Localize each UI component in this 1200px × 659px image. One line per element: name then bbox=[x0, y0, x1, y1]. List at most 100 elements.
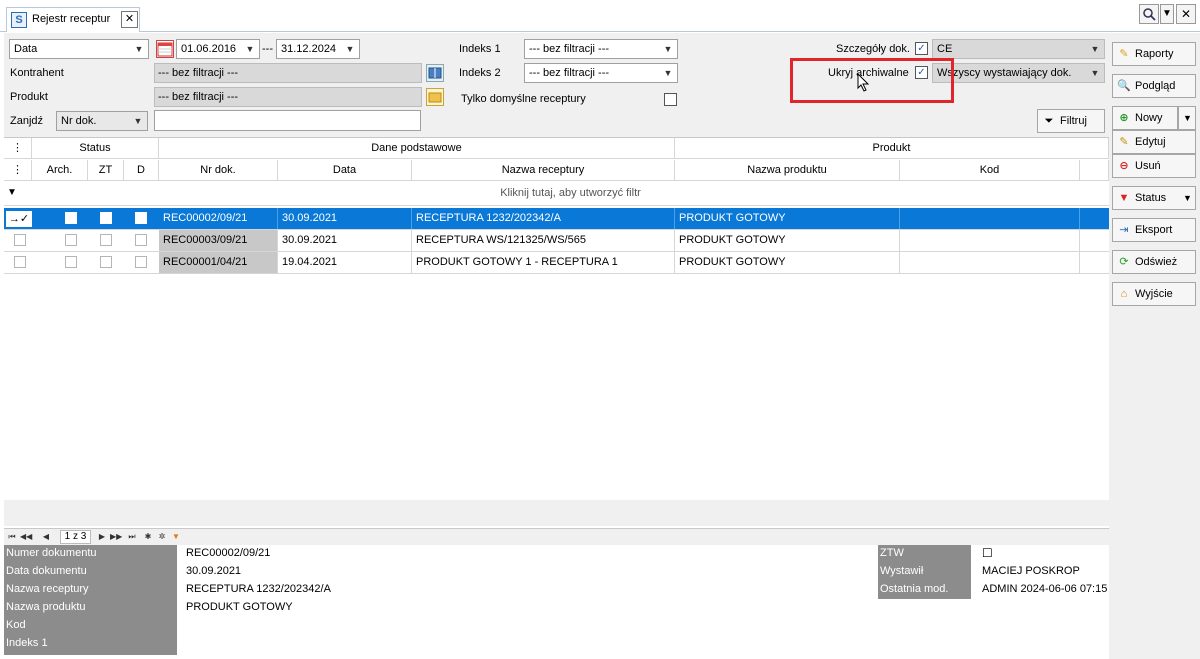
col-header-d[interactable]: D bbox=[124, 160, 159, 181]
date-type-value: Data bbox=[14, 43, 38, 55]
eksport-button[interactable]: ⇥ Eksport bbox=[1112, 218, 1196, 242]
home-icon: ⌂ bbox=[1120, 288, 1128, 300]
filtruj-label: Filtruj bbox=[1060, 115, 1087, 127]
folder-icon[interactable] bbox=[426, 88, 444, 106]
date-from-field[interactable]: 01.06.2016 ▼ bbox=[176, 39, 260, 59]
zanjdz-label: Zanjdź bbox=[10, 115, 44, 127]
page-indicator: 1 z 3 bbox=[60, 530, 91, 544]
podglad-button[interactable]: 🔍 Podgląd bbox=[1112, 74, 1196, 98]
insert-icon[interactable]: ✱ bbox=[142, 531, 154, 543]
detail-value: ADMIN 2024-06-06 07:15 bbox=[982, 583, 1108, 595]
zt-checkbox[interactable] bbox=[100, 256, 112, 268]
prev-record-icon[interactable]: ◀ bbox=[40, 531, 52, 543]
zanjdz-input[interactable] bbox=[154, 110, 421, 131]
group-header-status: Status bbox=[32, 138, 159, 159]
podglad-label: Podgląd bbox=[1135, 80, 1176, 92]
col-header-nr[interactable]: Nr dok. bbox=[159, 160, 278, 181]
indeks1-select[interactable]: --- bez filtracji --- ▼ bbox=[524, 39, 678, 59]
chevron-down-icon: ▼ bbox=[1090, 44, 1100, 54]
col-header-nazwa-receptury[interactable]: Nazwa receptury bbox=[412, 160, 675, 181]
wyjscie-button[interactable]: ⌂ Wyjście bbox=[1112, 282, 1196, 306]
arch-checkbox[interactable] bbox=[65, 212, 77, 224]
search-icon[interactable] bbox=[1139, 4, 1159, 24]
filter-icon[interactable]: ▼ bbox=[170, 531, 182, 543]
group-header-dane: Dane podstawowe bbox=[159, 138, 675, 159]
chevron-down-icon: ▼ bbox=[1183, 193, 1192, 203]
date-type-select[interactable]: Data ▼ bbox=[9, 39, 149, 59]
cell-kod bbox=[900, 230, 1080, 251]
kontrahent-field[interactable]: --- bez filtracji --- bbox=[154, 63, 422, 83]
close-window-button[interactable]: ✕ bbox=[1176, 4, 1196, 24]
cell-nazwa-produktu: PRODUKT GOTOWY bbox=[675, 230, 900, 251]
edytuj-button[interactable]: ✎ Edytuj bbox=[1112, 130, 1196, 154]
indeks2-select[interactable]: --- bez filtracji --- ▼ bbox=[524, 63, 678, 83]
first-page-icon[interactable]: ⏮ bbox=[6, 531, 18, 543]
d-checkbox[interactable] bbox=[135, 256, 147, 268]
export-icon: ⇥ bbox=[1119, 224, 1129, 236]
indeks2-value: --- bez filtracji --- bbox=[529, 67, 610, 79]
status-icon: ▼ bbox=[1118, 192, 1130, 204]
prev-page-icon[interactable]: ◀◀ bbox=[20, 531, 32, 543]
cell-nr: REC00003/09/21 bbox=[159, 230, 278, 251]
col-header-zt[interactable]: ZT bbox=[88, 160, 124, 181]
szczegoly-checkbox[interactable]: ✓ bbox=[915, 42, 928, 55]
col-header-arch[interactable]: Arch. bbox=[32, 160, 88, 181]
arch-checkbox[interactable] bbox=[65, 234, 77, 246]
filter-icon: ⏷ bbox=[1044, 115, 1054, 127]
date-to-field[interactable]: 31.12.2024 ▼ bbox=[276, 39, 360, 59]
row-select-checkbox[interactable] bbox=[14, 234, 26, 246]
book-icon[interactable] bbox=[426, 64, 444, 82]
details-panel: Numer dokumentu Data dokumentu Nazwa rec… bbox=[4, 545, 1109, 655]
next-record-icon[interactable]: ▶ bbox=[96, 531, 108, 543]
raporty-button[interactable]: ✎ Raporty bbox=[1112, 42, 1196, 66]
chevron-down-icon: ▼ bbox=[1090, 68, 1100, 78]
col-header-kod[interactable]: Kod bbox=[900, 160, 1080, 181]
wystawiajacy-value: Wszyscy wystawiający dok. bbox=[937, 67, 1072, 79]
col-header-data[interactable]: Data bbox=[278, 160, 412, 181]
wystawiajacy-select[interactable]: Wszyscy wystawiający dok. ▼ bbox=[932, 63, 1105, 83]
filter-row[interactable]: ▼ Kliknij tutaj, aby utworzyć filtr bbox=[4, 182, 1109, 206]
arch-checkbox[interactable] bbox=[65, 256, 77, 268]
detail-value: MACIEJ POSKROP bbox=[982, 565, 1080, 577]
tab-rejestr-receptur[interactable]: S Rejestr receptur ✕ bbox=[6, 7, 140, 32]
tylko-domyslne-checkbox[interactable] bbox=[664, 93, 677, 106]
szczegoly-select[interactable]: CE ▼ bbox=[932, 39, 1105, 59]
chevron-down-icon[interactable]: ▼ bbox=[1160, 4, 1174, 24]
cell-data: 30.09.2021 bbox=[278, 208, 412, 229]
zanjdz-mode-value: Nr dok. bbox=[61, 115, 97, 127]
zanjdz-mode-select[interactable]: Nr dok. ▼ bbox=[56, 111, 148, 131]
highlight-box bbox=[790, 58, 954, 103]
cell-kod bbox=[900, 252, 1080, 273]
window: S Rejestr receptur ✕ ▼ ✕ Data ▼ 01.06.20… bbox=[0, 0, 1200, 659]
delete-icon[interactable]: ✲ bbox=[156, 531, 168, 543]
filter-icon: ▼ bbox=[7, 187, 17, 198]
produkt-field[interactable]: --- bez filtracji --- bbox=[154, 87, 422, 107]
zt-checkbox[interactable] bbox=[100, 234, 112, 246]
next-page-icon[interactable]: ▶▶ bbox=[110, 531, 122, 543]
last-page-icon[interactable]: ⏭ bbox=[126, 531, 138, 543]
detail-value: RECEPTURA 1232/202342/A bbox=[186, 583, 331, 595]
chevron-down-icon: ▼ bbox=[663, 44, 673, 54]
cell-nr: REC00002/09/21 bbox=[159, 208, 278, 229]
d-checkbox[interactable] bbox=[135, 234, 147, 246]
tab-close-button[interactable]: ✕ bbox=[121, 11, 138, 28]
nowy-button[interactable]: ⊕ Nowy bbox=[1112, 106, 1178, 130]
nowy-dropdown-button[interactable]: ▼ bbox=[1178, 106, 1196, 130]
odswiez-button[interactable]: ⟳ Odśwież bbox=[1112, 250, 1196, 274]
filtruj-button[interactable]: ⏷ Filtruj bbox=[1037, 109, 1105, 133]
table-row[interactable]: REC00001/04/21 19.04.2021 PRODUKT GOTOWY… bbox=[4, 252, 1109, 274]
column-chooser-icon[interactable]: ⋮ bbox=[4, 160, 32, 181]
d-checkbox[interactable] bbox=[135, 212, 147, 224]
edytuj-label: Edytuj bbox=[1135, 136, 1166, 148]
col-header-nazwa-produktu[interactable]: Nazwa produktu bbox=[675, 160, 900, 181]
table-row[interactable]: →✓ REC00002/09/21 30.09.2021 RECEPTURA 1… bbox=[4, 208, 1109, 230]
zt-checkbox[interactable] bbox=[100, 212, 112, 224]
calendar-icon[interactable] bbox=[156, 40, 174, 58]
detail-label: Numer dokumentu bbox=[6, 547, 97, 559]
column-chooser-icon[interactable]: ⋮ bbox=[4, 138, 32, 159]
usun-button[interactable]: ⊖ Usuń bbox=[1112, 154, 1196, 178]
status-button[interactable]: ▼ Status ▼ bbox=[1112, 186, 1196, 210]
detail-label: ZTW bbox=[880, 547, 904, 559]
table-row[interactable]: REC00003/09/21 30.09.2021 RECEPTURA WS/1… bbox=[4, 230, 1109, 252]
row-select-checkbox[interactable] bbox=[14, 256, 26, 268]
